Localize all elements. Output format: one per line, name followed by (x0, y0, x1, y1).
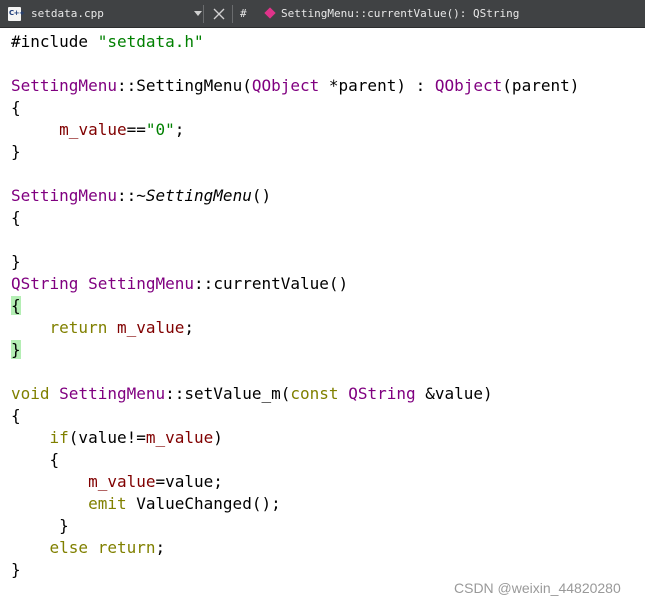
include-path: "setdata.h" (97, 32, 204, 51)
toolbar-divider (232, 5, 233, 23)
class-name: SettingMenu (88, 274, 195, 293)
member-variable: m_value (116, 318, 185, 337)
code-token: () (251, 186, 272, 205)
code-token: ValueChanged(); (126, 494, 281, 513)
keyword: if (49, 428, 69, 447)
open-brace: { (11, 406, 21, 425)
class-name: SettingMenu (11, 76, 117, 95)
open-brace: { (11, 208, 21, 227)
preprocessor-directive: #include (11, 32, 98, 51)
close-icon[interactable] (210, 5, 228, 23)
keyword: else (49, 538, 89, 557)
code-line: m_value=value; (11, 471, 223, 493)
open-brace: { (11, 450, 60, 469)
function-symbol-icon (264, 7, 276, 19)
code-token: :: (116, 186, 137, 205)
keyword: return (49, 318, 108, 337)
code-line: SettingMenu::SettingMenu(QObject *parent… (11, 75, 579, 97)
code-line: return m_value; (11, 317, 195, 339)
code-line: { (11, 207, 21, 229)
code-line: } (11, 515, 69, 537)
code-token: (parent) (502, 76, 580, 95)
toolbar-divider (203, 5, 204, 23)
chevron-down-icon[interactable] (194, 11, 202, 16)
code-line: void SettingMenu::setValue_m(const QStri… (11, 383, 493, 405)
class-name: SettingMenu (11, 186, 117, 205)
code-token: &value) (415, 384, 493, 403)
type-name: QString (348, 384, 416, 403)
close-brace: } (11, 252, 21, 271)
code-line: { (11, 405, 21, 427)
matched-open-brace: { (11, 296, 21, 315)
current-symbol-selector[interactable]: SettingMenu::currentValue(): QString (281, 7, 519, 20)
close-brace: } (11, 142, 21, 161)
code-line: QString SettingMenu::currentValue() (11, 273, 348, 295)
keyword: return (97, 538, 156, 557)
code-token: (value!= (68, 428, 146, 447)
editor-toolbar: C++ setdata.cpp # SettingMenu::currentVa… (0, 0, 645, 28)
member-variable: m_value (59, 120, 127, 139)
close-brace: } (11, 560, 21, 579)
code-token: ; (174, 120, 185, 139)
code-line: #include "setdata.h" (11, 31, 204, 53)
member-variable: m_value (145, 428, 214, 447)
code-line: } (11, 559, 21, 581)
code-line: { (11, 97, 21, 119)
class-name: SettingMenu (59, 384, 166, 403)
code-token: *parent) : (319, 76, 435, 95)
keyword: emit (88, 494, 127, 513)
keyword: const (290, 384, 339, 403)
code-line: if(value!=m_value) (11, 427, 223, 449)
code-token: ; (184, 318, 195, 337)
type-name: QString (11, 274, 79, 293)
open-brace: { (11, 98, 21, 117)
destructor-name: ~SettingMenu (136, 186, 252, 205)
member-variable: m_value (88, 472, 156, 491)
code-line: } (11, 339, 21, 361)
code-line: } (11, 141, 21, 163)
string-literal: "0" (145, 120, 175, 139)
type-name: QObject (434, 76, 503, 95)
open-file-selector[interactable]: setdata.cpp (31, 7, 104, 20)
code-line: { (11, 295, 21, 317)
keyword: void (11, 384, 50, 403)
code-editor[interactable]: #include "setdata.h" SettingMenu::Settin… (0, 28, 645, 606)
code-line: SettingMenu::~SettingMenu() (11, 185, 271, 207)
code-token: ::SettingMenu( (116, 76, 252, 95)
watermark: CSDN @weixin_44820280 (454, 580, 621, 596)
code-line: m_value=="0"; (11, 119, 184, 141)
code-token: ::currentValue() (194, 274, 349, 293)
code-token: ::setValue_m( (165, 384, 291, 403)
matched-close-brace: } (11, 340, 21, 359)
code-token: ; (155, 538, 166, 557)
line-number-hash[interactable]: # (240, 7, 247, 20)
code-line: emit ValueChanged(); (11, 493, 281, 515)
code-token: =value; (155, 472, 223, 491)
type-name: QObject (251, 76, 320, 95)
cpp-file-icon: C++ (8, 7, 25, 21)
code-token: == (126, 120, 146, 139)
close-brace: } (11, 516, 69, 535)
code-line: } (11, 251, 21, 273)
code-line: else return; (11, 537, 166, 559)
code-line: { (11, 449, 60, 471)
code-token: ) (213, 428, 223, 447)
